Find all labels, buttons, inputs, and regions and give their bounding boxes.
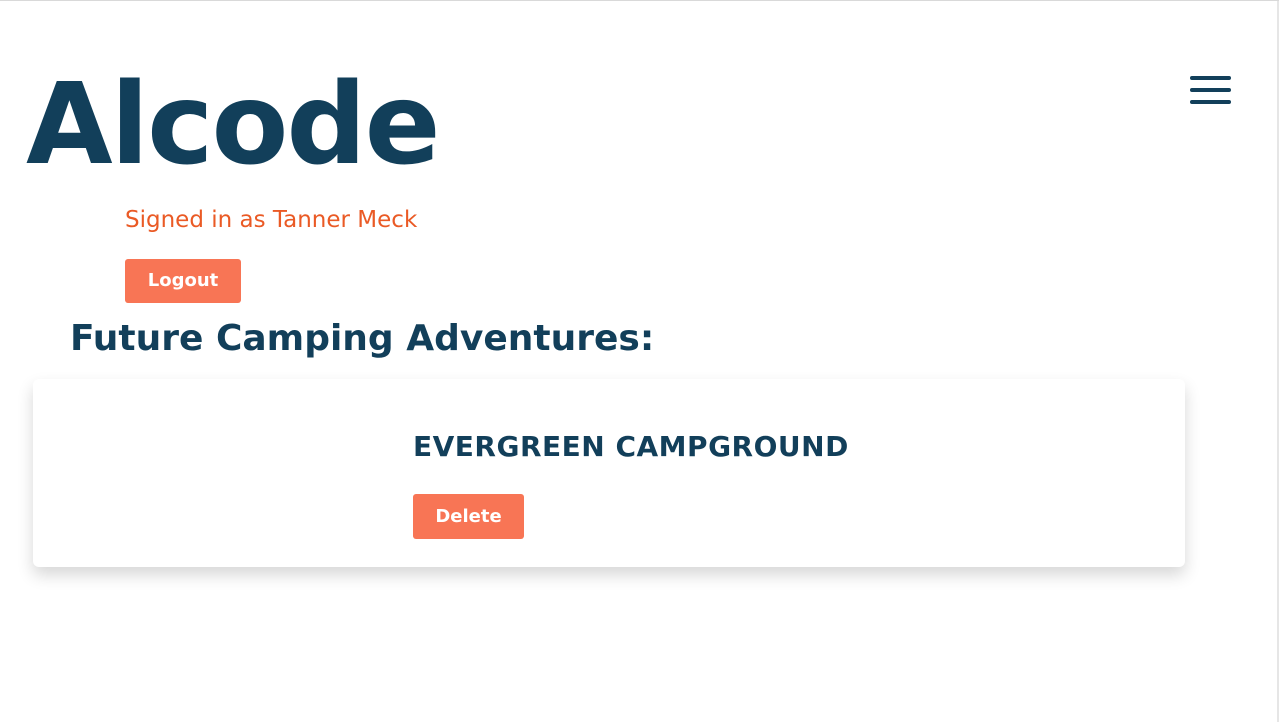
hamburger-menu-button[interactable] — [1190, 76, 1232, 106]
hamburger-menu-icon-bar-bottom — [1190, 100, 1231, 104]
signed-in-status: Signed in as Tanner Meck — [125, 207, 418, 233]
logout-button[interactable]: Logout — [125, 259, 241, 303]
delete-button[interactable]: Delete — [413, 494, 524, 539]
campground-name: EVERGREEN CAMPGROUND — [413, 430, 849, 463]
hamburger-menu-icon-bar-top — [1190, 76, 1231, 80]
brand-logo[interactable]: Alcode — [26, 55, 441, 195]
trip-card: EVERGREEN CAMPGROUND Delete — [33, 379, 1185, 567]
section-title: Future Camping Adventures: — [70, 318, 655, 359]
hamburger-menu-icon-bar-middle — [1190, 88, 1231, 92]
page: Alcode Signed in as Tanner Meck Logout F… — [0, 0, 1279, 722]
